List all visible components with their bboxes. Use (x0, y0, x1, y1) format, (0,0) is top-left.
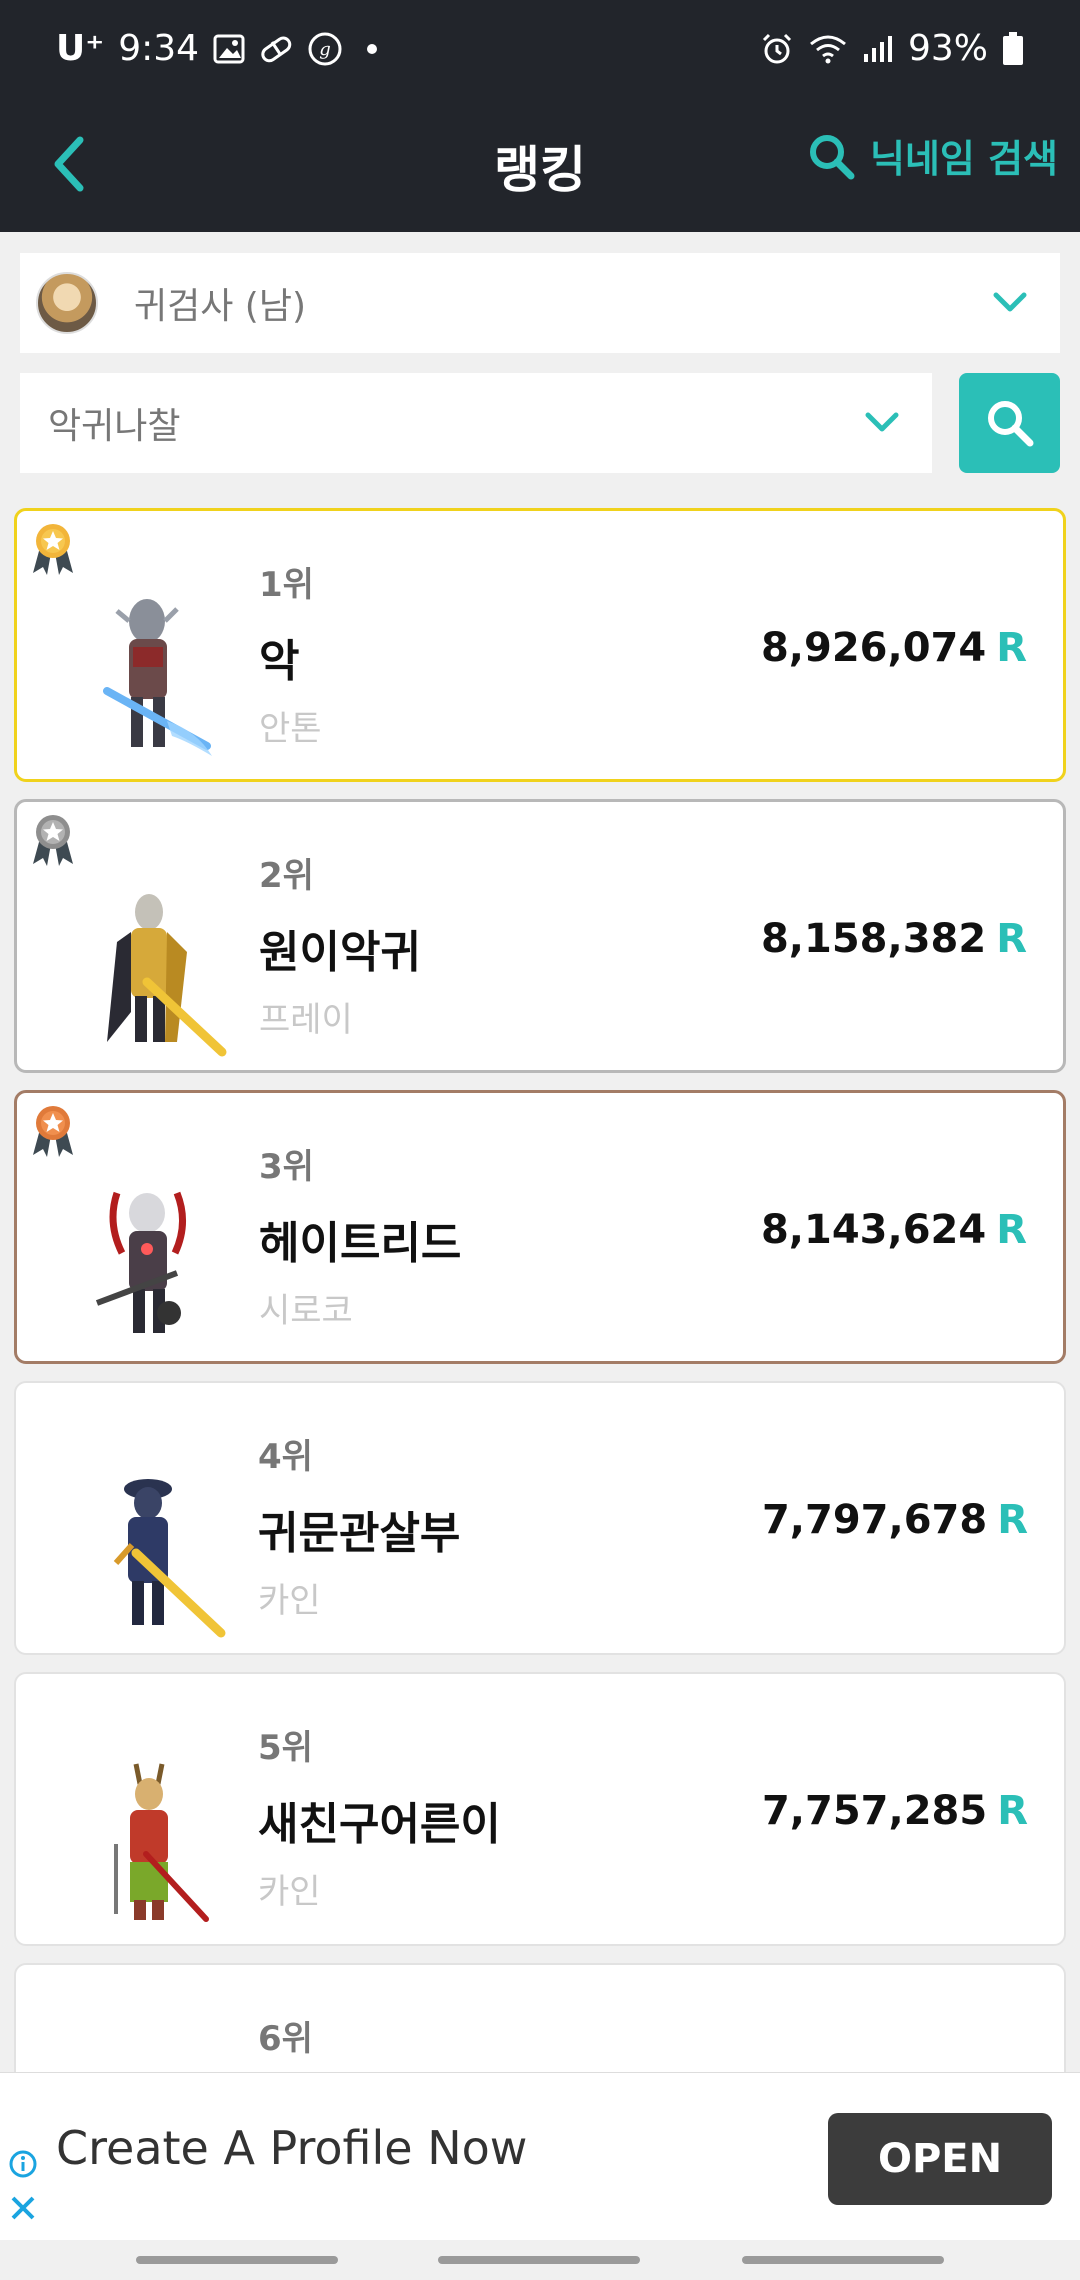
status-bar: U⁺ 9:34 g 93% (0, 0, 1080, 100)
character-sprite (113, 1479, 226, 1638)
wifi-icon (808, 33, 848, 65)
title-select-value: 악귀나찰 (48, 406, 181, 447)
rank-number: 2위 (259, 856, 314, 896)
character-sprite (103, 599, 212, 756)
close-icon[interactable] (8, 2193, 38, 2223)
ranking-card[interactable]: 6위 (14, 1963, 1066, 2072)
score-unit: R (996, 916, 1027, 962)
nickname-search-label: 닉네임 검색 (869, 137, 1058, 181)
rank-number: 3위 (259, 1147, 314, 1187)
battery-percent: 93% (907, 28, 988, 69)
app-header: U⁺ 9:34 g 93% 랭킹 닉네임 검색 (0, 0, 1080, 232)
class-select-dropdown[interactable]: 귀검사 (남) (20, 253, 1060, 353)
title-select-dropdown[interactable]: 악귀나찰 (20, 373, 932, 473)
score-number: 8,158,382 (760, 916, 987, 962)
ranking-card[interactable]: 3위 헤이트리드 시로코 8,143,624 R (14, 1090, 1066, 1364)
score-unit: R (997, 1788, 1028, 1834)
gold-medal-icon (33, 524, 73, 575)
score-number: 8,926,074 (760, 625, 987, 671)
score-value: 7,797,678 R (762, 1497, 1028, 1543)
score-value: 8,143,624 R (761, 1207, 1027, 1253)
character-name: 귀문관살부 (258, 1508, 461, 1559)
nav-pill-home[interactable] (438, 2256, 640, 2264)
nav-pill-recents[interactable] (136, 2256, 338, 2264)
chevron-down-icon (993, 292, 1027, 312)
rank-number: 6위 (258, 2019, 313, 2059)
character-name: 헤이트리드 (259, 1218, 462, 1269)
bronze-medal-icon (33, 1106, 73, 1157)
chevron-down-icon (865, 412, 899, 432)
score-unit: R (996, 625, 1027, 671)
search-button[interactable] (959, 373, 1060, 473)
ad-text: Create A Profile Now (56, 2121, 528, 2175)
server-name: 안톤 (259, 709, 322, 749)
rank-number: 5위 (258, 1728, 313, 1768)
score-value: 8,158,382 R (761, 916, 1027, 962)
ranking-list[interactable]: 1위 악 안톤 8,926,074 R 2위 원이악귀 프레이 8,158,382… (14, 508, 1066, 2072)
g-circle-icon: g (307, 31, 343, 67)
score-value: 8,926,074 R (761, 625, 1027, 671)
character-sprite (76, 2035, 226, 2072)
system-nav-bar (0, 2240, 1080, 2280)
server-name: 카인 (258, 1872, 321, 1912)
ranking-card[interactable]: 4위 귀문관살부 카인 7,797,678 R (14, 1381, 1066, 1655)
signal-icon (862, 34, 894, 64)
character-name: 악 (259, 636, 300, 687)
score-number: 7,797,678 (761, 1497, 988, 1543)
class-select-value: 귀검사 (남) (134, 286, 307, 327)
carrier-label: U⁺ (56, 28, 105, 69)
rank-number: 4위 (258, 1437, 313, 1477)
character-sprite (95, 1191, 186, 1333)
score-number: 8,143,624 (760, 1207, 987, 1253)
nav-bar: 랭킹 닉네임 검색 (0, 100, 1080, 232)
ad-banner[interactable]: Create A Profile Now OPEN (0, 2072, 1080, 2240)
silver-medal-icon (33, 815, 73, 866)
score-value: 7,757,285 R (762, 1788, 1028, 1834)
ranking-card[interactable]: 2위 원이악귀 프레이 8,158,382 R (14, 799, 1066, 1073)
nav-pill-back[interactable] (742, 2256, 944, 2264)
svg-text:g: g (319, 39, 331, 60)
battery-icon (1002, 31, 1024, 66)
rank-number: 1위 (259, 565, 314, 605)
ranking-card[interactable]: 1위 악 안톤 8,926,074 R (14, 508, 1066, 782)
character-sprite (107, 894, 227, 1057)
ad-open-button[interactable]: OPEN (828, 2113, 1052, 2205)
score-unit: R (997, 1497, 1028, 1543)
score-number: 7,757,285 (761, 1788, 988, 1834)
info-icon[interactable] (8, 2149, 38, 2179)
ranking-card[interactable]: 5위 새친구어른이 카인 7,757,285 R (14, 1672, 1066, 1946)
search-icon (809, 134, 855, 179)
clock: 9:34 (118, 28, 200, 69)
alarm-icon (760, 32, 794, 66)
image-icon (213, 34, 245, 64)
server-name: 프레이 (259, 1000, 353, 1040)
nickname-search-button[interactable]: 닉네임 검색 (806, 128, 1058, 183)
score-unit: R (996, 1207, 1027, 1253)
class-avatar (36, 272, 98, 334)
server-name: 시로코 (259, 1291, 353, 1331)
server-name: 카인 (258, 1581, 321, 1621)
pill-icon (259, 34, 293, 64)
search-icon (987, 401, 1033, 447)
character-name: 새친구어른이 (258, 1799, 501, 1850)
character-name: 원이악귀 (259, 927, 421, 978)
dot-icon (367, 43, 378, 54)
character-sprite (114, 1763, 209, 1922)
